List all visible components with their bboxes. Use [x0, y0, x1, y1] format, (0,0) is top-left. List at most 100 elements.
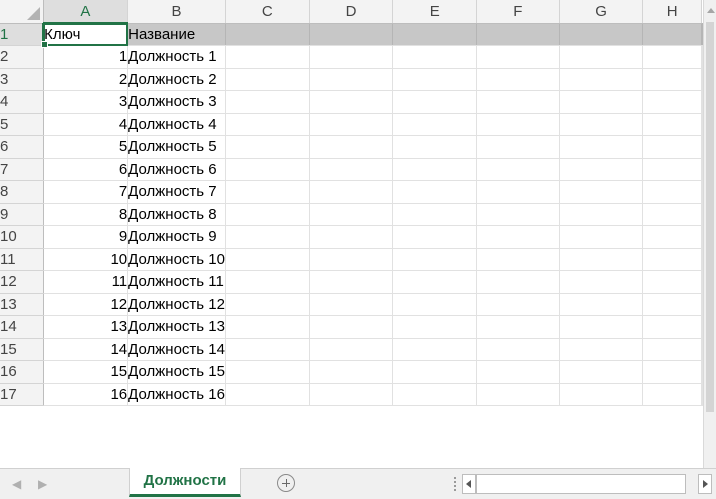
cell-key[interactable]: 10 [43, 248, 129, 271]
empty-cell[interactable] [476, 225, 560, 249]
empty-cell[interactable] [309, 68, 394, 91]
empty-cell[interactable] [476, 338, 560, 361]
empty-cell[interactable] [559, 135, 644, 159]
empty-cell[interactable] [642, 315, 702, 339]
row-header[interactable]: 1 [0, 23, 45, 46]
row-header[interactable]: 13 [0, 293, 44, 316]
empty-cell[interactable] [392, 158, 478, 181]
empty-cell[interactable] [476, 90, 560, 114]
empty-cell[interactable] [642, 293, 702, 316]
row-header[interactable]: 2 [0, 45, 44, 69]
cell-name[interactable]: Должность 8 [127, 203, 226, 226]
row-header[interactable]: 7 [0, 158, 44, 181]
column-header-h[interactable]: H [642, 0, 702, 24]
row-header[interactable]: 12 [0, 270, 44, 294]
empty-cell[interactable] [225, 338, 310, 361]
cell-name[interactable]: Должность 11 [127, 270, 226, 294]
chevron-left-icon[interactable]: ◀ [12, 478, 21, 490]
column-header-a[interactable]: A [43, 0, 129, 24]
cell-key[interactable]: 16 [43, 383, 129, 406]
empty-cell[interactable] [392, 90, 478, 114]
row-header[interactable]: 5 [0, 113, 44, 136]
empty-cell[interactable] [642, 270, 702, 294]
empty-cell[interactable] [642, 45, 702, 69]
empty-cell[interactable] [392, 293, 478, 316]
cell-name[interactable]: Должность 5 [127, 135, 226, 159]
empty-cell[interactable] [559, 113, 644, 136]
row-header[interactable]: 6 [0, 135, 44, 159]
empty-cell[interactable] [642, 360, 702, 384]
empty-cell[interactable] [559, 180, 644, 204]
empty-cell[interactable] [309, 360, 394, 384]
empty-cell[interactable] [392, 338, 478, 361]
empty-cell[interactable] [309, 23, 394, 46]
empty-cell[interactable] [309, 113, 394, 136]
empty-cell[interactable] [392, 270, 478, 294]
column-header-b[interactable]: B [127, 0, 226, 24]
row-header[interactable]: 15 [0, 338, 44, 361]
empty-cell[interactable] [225, 248, 310, 271]
cell-key[interactable]: 7 [43, 180, 129, 204]
cell-name[interactable]: Должность 13 [127, 315, 226, 339]
empty-cell[interactable] [642, 23, 702, 46]
row-header[interactable]: 3 [0, 68, 44, 91]
cell-key[interactable]: 13 [43, 315, 129, 339]
empty-cell[interactable] [476, 135, 560, 159]
cell-key[interactable]: 15 [43, 360, 129, 384]
fill-handle[interactable] [41, 41, 49, 48]
empty-cell[interactable] [309, 90, 394, 114]
empty-cell[interactable] [309, 293, 394, 316]
empty-cell[interactable] [642, 248, 702, 271]
row-header[interactable]: 10 [0, 225, 44, 249]
empty-cell[interactable] [642, 338, 702, 361]
empty-cell[interactable] [309, 180, 394, 204]
empty-cell[interactable] [392, 203, 478, 226]
empty-cell[interactable] [476, 383, 560, 406]
empty-cell[interactable] [392, 68, 478, 91]
plus-circle-icon[interactable] [277, 474, 295, 492]
empty-cell[interactable] [559, 203, 644, 226]
cell-name[interactable]: Должность 9 [127, 225, 226, 249]
row-header[interactable]: 17 [0, 383, 44, 406]
empty-cell[interactable] [225, 113, 310, 136]
column-header-g[interactable]: G [559, 0, 644, 24]
empty-cell[interactable] [392, 248, 478, 271]
empty-cell[interactable] [225, 225, 310, 249]
empty-cell[interactable] [309, 248, 394, 271]
empty-cell[interactable] [309, 158, 394, 181]
cell-a1-active[interactable]: Ключ [41, 23, 129, 48]
empty-cell[interactable] [392, 225, 478, 249]
row-header[interactable]: 9 [0, 203, 44, 226]
empty-cell[interactable] [309, 315, 394, 339]
empty-cell[interactable] [392, 180, 478, 204]
empty-cell[interactable] [392, 135, 478, 159]
tab-split-handle[interactable] [454, 477, 456, 491]
cell-name[interactable]: Должность 14 [127, 338, 226, 361]
empty-cell[interactable] [559, 270, 644, 294]
empty-cell[interactable] [392, 315, 478, 339]
empty-cell[interactable] [225, 180, 310, 204]
scroll-up-icon[interactable] [707, 8, 715, 13]
cell-name[interactable]: Должность 15 [127, 360, 226, 384]
column-header-e[interactable]: E [392, 0, 478, 24]
empty-cell[interactable] [642, 90, 702, 114]
column-header-c[interactable]: C [225, 0, 310, 24]
empty-cell[interactable] [225, 158, 310, 181]
empty-cell[interactable] [476, 248, 560, 271]
empty-cell[interactable] [392, 23, 478, 46]
cell-name[interactable]: Должность 3 [127, 90, 226, 114]
empty-cell[interactable] [476, 158, 560, 181]
empty-cell[interactable] [309, 135, 394, 159]
empty-cell[interactable] [225, 45, 310, 69]
row-header[interactable]: 14 [0, 315, 44, 339]
cell-name[interactable]: Должность 4 [127, 113, 226, 136]
empty-cell[interactable] [225, 293, 310, 316]
sheet-tab-active[interactable]: Должности [129, 468, 241, 497]
empty-cell[interactable] [392, 45, 478, 69]
row-header[interactable]: 11 [0, 248, 44, 271]
empty-cell[interactable] [225, 135, 310, 159]
empty-cell[interactable] [476, 203, 560, 226]
empty-cell[interactable] [559, 248, 644, 271]
cell-name[interactable]: Должность 16 [127, 383, 226, 406]
cell-key[interactable]: 14 [43, 338, 129, 361]
